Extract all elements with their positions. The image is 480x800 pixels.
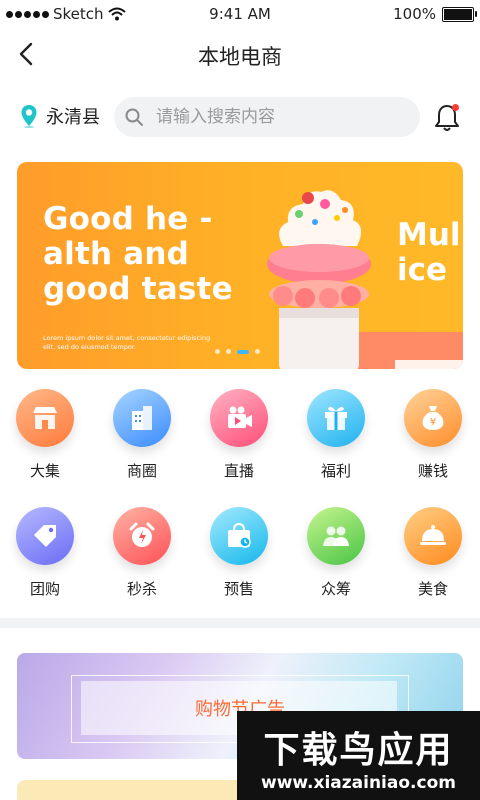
category-label: 众筹 <box>320 580 351 598</box>
search-icon <box>125 108 143 126</box>
banner-next-slide-text: Mul ice <box>397 217 461 288</box>
category-item-daji[interactable]: 大集 <box>5 389 85 481</box>
location-name: 永清县 <box>46 107 100 128</box>
category-row: 大集 商圈 直播 福利 ¥ 赚钱 <box>0 389 480 489</box>
location-search-row: 永清县 <box>0 97 480 137</box>
banner-decor-strip <box>395 360 463 369</box>
banner-pagination <box>215 349 260 354</box>
category-item-zhuanqian[interactable]: ¥ 赚钱 <box>393 389 473 481</box>
watermark-url: www.xiazainiao.com <box>261 773 456 793</box>
buildings-icon <box>132 406 152 430</box>
svg-text:¥: ¥ <box>430 417 436 428</box>
alarm-clock-icon <box>129 522 155 547</box>
notification-bell-icon[interactable] <box>432 102 462 134</box>
category-item-yushou[interactable]: 预售 <box>199 507 279 599</box>
category-row: 团购 秒杀 预售 众筹 美食 <box>0 507 480 607</box>
category-icon-bg <box>307 507 365 565</box>
shopping-bag-icon <box>228 522 251 548</box>
category-label: 福利 <box>320 462 351 480</box>
category-item-meishi[interactable]: 美食 <box>393 507 473 599</box>
category-item-shangquan[interactable]: 商圈 <box>102 389 182 481</box>
search-input[interactable] <box>154 106 398 128</box>
category-label: 大集 <box>29 462 60 480</box>
category-icon-bg <box>210 507 268 565</box>
category-item-fuli[interactable]: 福利 <box>296 389 376 481</box>
battery-status: 100% <box>393 5 477 23</box>
group-icon <box>323 526 349 546</box>
category-item-zhibo[interactable]: 直播 <box>199 389 279 481</box>
dish-cloche-icon <box>420 525 446 545</box>
video-camera-icon <box>228 406 252 428</box>
money-bag-icon: ¥ <box>422 406 444 430</box>
category-icon-bg <box>113 507 171 565</box>
location-pin-icon <box>21 105 37 128</box>
page-title: 本地电商 <box>198 45 282 69</box>
category-label: 预售 <box>223 580 254 598</box>
category-label: 直播 <box>223 462 254 480</box>
pagination-dot[interactable] <box>255 349 260 354</box>
watermark-logo: 下载鸟应用 www.xiazainiao.com <box>237 711 480 800</box>
category-icon-bg <box>210 389 268 447</box>
promo-banner[interactable]: Good he - alth and good taste Lorem ipsu… <box>17 162 463 369</box>
pagination-dot[interactable] <box>215 349 220 354</box>
category-label: 美食 <box>417 580 448 598</box>
category-icon-bg: ¥ <box>404 389 462 447</box>
section-divider <box>0 618 480 628</box>
category-icon-bg <box>16 389 74 447</box>
category-icon-bg <box>404 507 462 565</box>
shop-icon <box>33 407 57 429</box>
category-item-tuangou[interactable]: 团购 <box>5 507 85 599</box>
category-label: 团购 <box>29 580 60 598</box>
search-bar <box>114 97 420 137</box>
battery-icon <box>442 6 477 22</box>
category-icon-bg <box>113 389 171 447</box>
banner-body-text: Lorem ipsum dolor sit amet, consectetur … <box>43 334 211 351</box>
banner-headline: Good he - alth and good taste <box>43 201 233 307</box>
category-item-zhongchou[interactable]: 众筹 <box>296 507 376 599</box>
status-bar: Sketch 9:41 AM 100% <box>0 0 480 28</box>
pagination-dot-active[interactable] <box>237 349 249 354</box>
nav-bar: 本地电商 <box>0 32 480 76</box>
ice-cream-dessert-image <box>267 190 371 369</box>
pagination-dot[interactable] <box>226 349 231 354</box>
category-item-miaosha[interactable]: 秒杀 <box>102 507 182 599</box>
category-icon-bg <box>307 389 365 447</box>
tag-icon <box>34 525 56 547</box>
category-icon-bg <box>16 507 74 565</box>
category-label: 商圈 <box>126 462 157 480</box>
location-selector[interactable]: 永清县 <box>20 103 100 129</box>
battery-percent: 100% <box>393 5 436 23</box>
category-label: 秒杀 <box>126 580 157 598</box>
category-label: 赚钱 <box>417 462 448 480</box>
gift-icon <box>325 406 347 430</box>
watermark-title: 下载鸟应用 <box>263 730 454 771</box>
